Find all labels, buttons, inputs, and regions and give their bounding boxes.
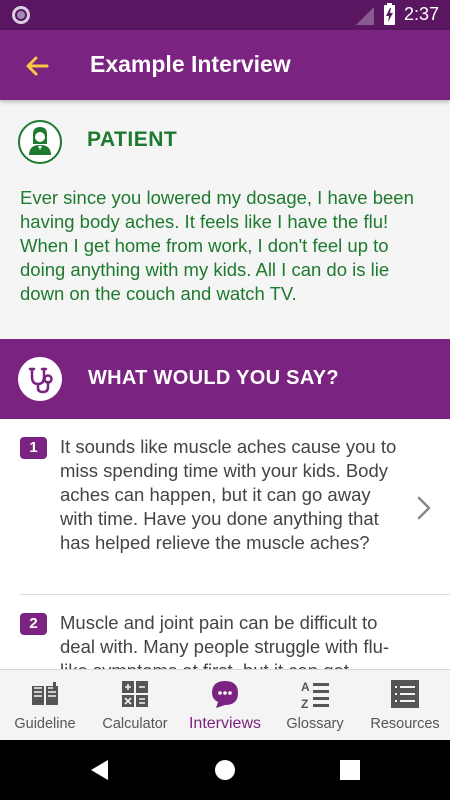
nav-label: Interviews [188, 715, 262, 732]
recents-square-icon[interactable] [339, 759, 361, 781]
svg-text:Z: Z [301, 697, 308, 710]
calculator-icon [122, 681, 148, 707]
cell-signal-icon [356, 7, 374, 25]
answer-option-2[interactable]: 2 Muscle and joint pain can be difficult… [0, 595, 450, 669]
nav-item-guideline[interactable]: Guideline [0, 670, 90, 741]
question-header: WHAT WOULD YOU SAY? [0, 339, 450, 419]
page-title: Example Interview [90, 51, 291, 77]
patient-avatar-icon [18, 120, 62, 164]
nav-item-calculator[interactable]: Calculator [90, 670, 180, 741]
back-arrow-icon[interactable] [20, 50, 52, 82]
nav-label: Resources [370, 716, 440, 732]
back-triangle-icon[interactable] [88, 758, 112, 782]
book-icon [32, 682, 58, 705]
answer-options-list[interactable]: 1 It sounds like muscle aches cause you … [0, 419, 450, 669]
chat-bubble-icon [212, 681, 238, 708]
svg-text:A: A [301, 680, 310, 694]
nav-item-interviews[interactable]: Interviews [180, 670, 270, 741]
nav-label: Glossary [286, 716, 344, 732]
patient-label: PATIENT [87, 128, 178, 151]
status-bar: 2:37 [0, 0, 450, 30]
stethoscope-icon [18, 357, 62, 401]
system-navigation-bar [0, 740, 450, 800]
app-bar: Example Interview [0, 30, 450, 100]
notification-icon [12, 6, 30, 24]
battery-icon [384, 3, 395, 25]
nav-item-resources[interactable]: Resources [360, 670, 450, 741]
nav-label: Calculator [102, 716, 168, 732]
option-number-badge: 2 [20, 613, 47, 635]
patient-section: PATIENT Ever since you lowered my dosage… [0, 100, 450, 339]
status-time: 2:37 [404, 4, 440, 24]
bottom-navigation: Guideline Calculator Interviews A Z Glos… [0, 669, 450, 740]
answer-option-1[interactable]: 1 It sounds like muscle aches cause you … [0, 419, 450, 594]
question-title: WHAT WOULD YOU SAY? [88, 367, 339, 389]
home-circle-icon[interactable] [213, 758, 237, 782]
option-text: Muscle and joint pain can be difficult t… [60, 612, 390, 669]
patient-quote: Ever since you lowered my dosage, I have… [20, 187, 414, 304]
a-z-list-icon: A Z [301, 680, 329, 710]
option-text: It sounds like muscle aches cause you to… [60, 436, 397, 553]
nav-label: Guideline [14, 716, 76, 732]
chevron-right-icon[interactable] [414, 495, 434, 521]
list-icon [391, 680, 419, 708]
option-number-badge: 1 [20, 437, 47, 459]
nav-item-glossary[interactable]: A Z Glossary [270, 670, 360, 741]
